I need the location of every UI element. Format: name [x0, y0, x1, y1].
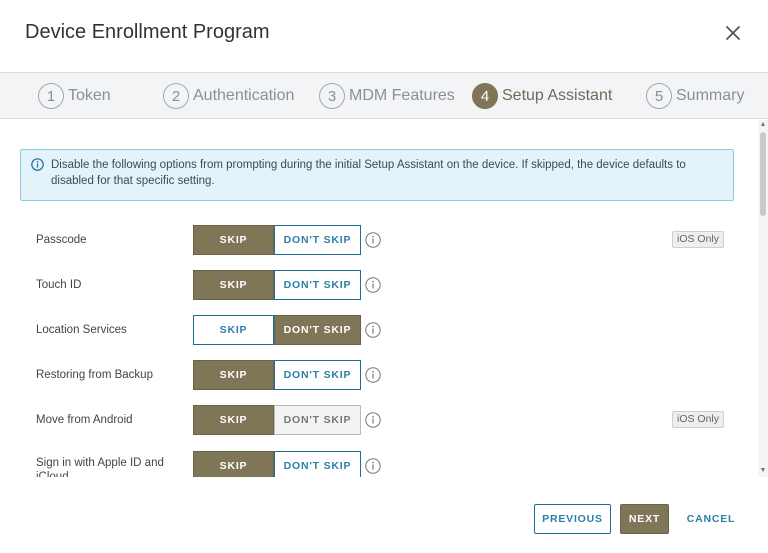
vertical-scrollbar[interactable]: ▲ ▼: [758, 120, 768, 477]
skip-toggle: SKIP DON'T SKIP: [193, 405, 361, 435]
option-row-apple-id: Sign in with Apple ID and iCloud SKIP DO…: [0, 451, 758, 477]
step-setup-assistant[interactable]: 4 Setup Assistant: [472, 83, 612, 109]
option-label: Touch ID: [36, 279, 82, 291]
step-token[interactable]: 1 Token: [38, 83, 111, 109]
cancel-button[interactable]: CANCEL: [684, 504, 738, 534]
step-number: 5: [646, 83, 672, 109]
option-label: Restoring from Backup: [36, 369, 153, 381]
dont-skip-button[interactable]: DON'T SKIP: [274, 315, 361, 345]
help-icon[interactable]: [365, 322, 381, 338]
skip-button[interactable]: SKIP: [193, 360, 274, 390]
dialog-footer: PREVIOUS NEXT CANCEL: [0, 477, 768, 553]
help-icon[interactable]: [365, 277, 381, 293]
info-text: Disable the following options from promp…: [51, 159, 686, 187]
setup-assistant-options: Disable the following options from promp…: [0, 120, 758, 477]
skip-button[interactable]: SKIP: [193, 451, 274, 477]
option-row-restoring-from-backup: Restoring from Backup SKIP DON'T SKIP: [0, 360, 758, 390]
step-number: 4: [472, 83, 498, 109]
skip-toggle: SKIP DON'T SKIP: [193, 315, 361, 345]
scroll-thumb[interactable]: [760, 132, 766, 216]
step-label: Authentication: [193, 87, 295, 104]
help-icon[interactable]: [365, 458, 381, 474]
step-label: Summary: [676, 87, 745, 104]
option-label: Move from Android: [36, 414, 133, 426]
dialog-title: Device Enrollment Program: [25, 21, 270, 43]
close-icon: [726, 26, 740, 40]
next-button[interactable]: NEXT: [620, 504, 669, 534]
skip-button[interactable]: SKIP: [193, 225, 274, 255]
info-icon: [31, 158, 44, 171]
skip-toggle: SKIP DON'T SKIP: [193, 225, 361, 255]
option-label: Location Services: [36, 324, 127, 336]
step-number: 2: [163, 83, 189, 109]
skip-toggle: SKIP DON'T SKIP: [193, 360, 361, 390]
info-banner: Disable the following options from promp…: [20, 149, 734, 201]
dont-skip-button: DON'T SKIP: [274, 405, 361, 435]
step-number: 1: [38, 83, 64, 109]
dont-skip-button[interactable]: DON'T SKIP: [274, 360, 361, 390]
dont-skip-button[interactable]: DON'T SKIP: [274, 451, 361, 477]
step-label: Token: [68, 87, 111, 104]
skip-button[interactable]: SKIP: [193, 270, 274, 300]
option-row-location-services: Location Services SKIP DON'T SKIP: [0, 315, 758, 345]
ios-only-badge: iOS Only: [672, 231, 725, 248]
option-row-touch-id: Touch ID SKIP DON'T SKIP: [0, 270, 758, 300]
step-label: Setup Assistant: [502, 87, 613, 104]
option-row-passcode: Passcode SKIP DON'T SKIP iOS Only: [0, 225, 758, 255]
dont-skip-button[interactable]: DON'T SKIP: [274, 225, 361, 255]
skip-toggle: SKIP DON'T SKIP: [193, 270, 361, 300]
dialog-header: Device Enrollment Program: [0, 0, 768, 72]
step-number: 3: [319, 83, 345, 109]
step-summary[interactable]: 5 Summary: [646, 83, 744, 109]
step-authentication[interactable]: 2 Authentication: [163, 83, 294, 109]
step-label: MDM Features: [349, 87, 455, 104]
scroll-down-arrow-icon[interactable]: ▼: [759, 467, 767, 475]
dont-skip-button[interactable]: DON'T SKIP: [274, 270, 361, 300]
ios-only-badge: iOS Only: [672, 411, 725, 428]
option-label: Sign in with Apple ID and iCloud: [36, 457, 164, 477]
step-mdm-features[interactable]: 3 MDM Features: [319, 83, 455, 109]
close-button[interactable]: [722, 22, 744, 44]
skip-button[interactable]: SKIP: [193, 405, 274, 435]
previous-button[interactable]: PREVIOUS: [534, 504, 611, 534]
help-icon[interactable]: [365, 367, 381, 383]
option-row-move-from-android: Move from Android SKIP DON'T SKIP iOS On…: [0, 405, 758, 435]
wizard-stepper: 1 Token 2 Authentication 3 MDM Features …: [0, 72, 768, 119]
skip-toggle: SKIP DON'T SKIP: [193, 451, 361, 477]
scroll-up-arrow-icon[interactable]: ▲: [759, 121, 767, 129]
help-icon[interactable]: [365, 232, 381, 248]
option-label: Passcode: [36, 234, 87, 246]
skip-button[interactable]: SKIP: [193, 315, 274, 345]
help-icon[interactable]: [365, 412, 381, 428]
